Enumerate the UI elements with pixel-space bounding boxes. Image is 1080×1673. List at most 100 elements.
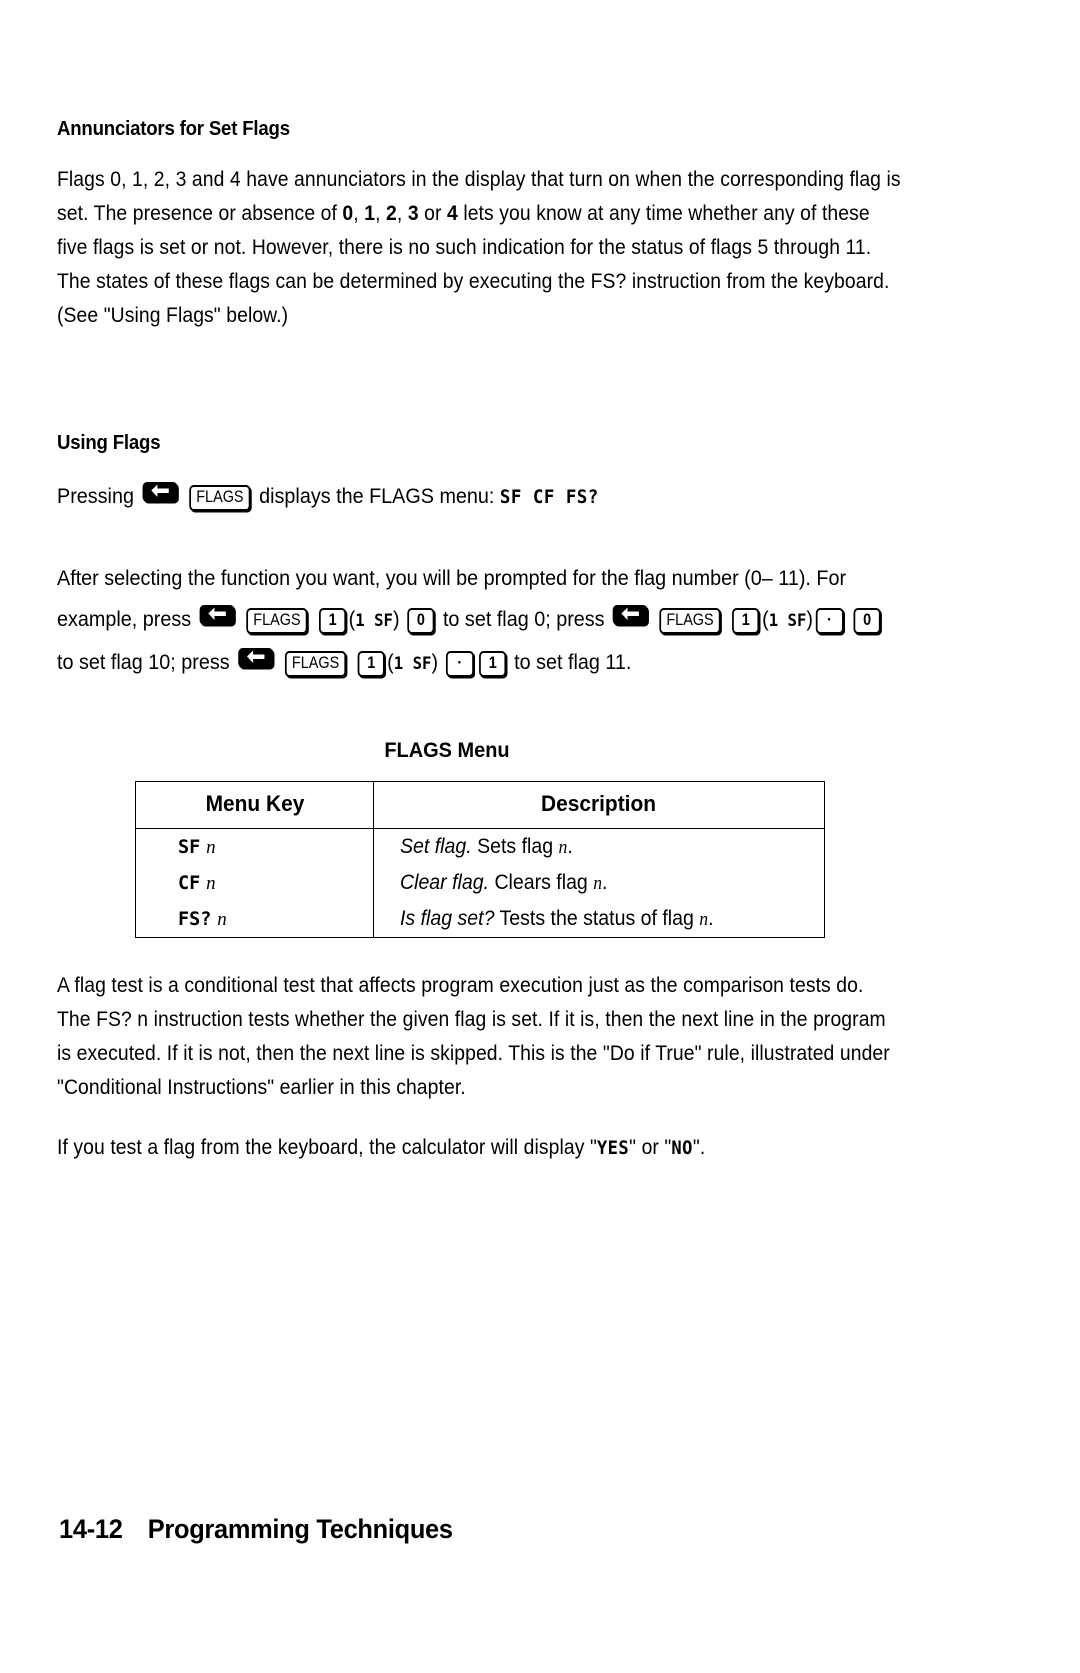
digit-0-key[interactable]: 0 (853, 608, 881, 634)
menu-key-argument: n (206, 873, 216, 894)
table-header-row: Menu Key Description (135, 781, 825, 829)
description-period: . (708, 907, 714, 930)
digit-1-key[interactable]: 1 (357, 651, 385, 677)
display-yes: YES (596, 1137, 630, 1159)
footer-chapter-title: Programming Techniques (147, 1514, 453, 1544)
left-shift-arrow-icon (246, 650, 265, 663)
para-sep: , (353, 201, 365, 225)
left-shift-key[interactable] (237, 648, 273, 668)
left-shift-arrow-icon (621, 607, 640, 620)
description-text: Is flag set? Tests the status of flag n. (400, 907, 714, 931)
digit-1-key[interactable]: 1 (318, 608, 347, 634)
closing-end: ". (692, 1135, 706, 1159)
manual-page: Annunciators for Set Flags Flags 0, 1, 2… (0, 0, 1080, 1673)
table-header: Menu Key Description (135, 781, 825, 829)
paren-sf-annotation: (1 SF) (348, 607, 400, 631)
description-text: Set flag. Sets flag n. (400, 835, 573, 859)
paragraph-annunciators: Flags 0, 1, 2, 3 and 4 have annunciators… (57, 162, 901, 332)
description-argument: n (699, 909, 709, 930)
description-emphasis: Is flag set? (400, 907, 495, 930)
flag-number-4: 4 (446, 201, 458, 225)
cell-menu-key: SF n (135, 828, 374, 865)
description-emphasis: Clear flag. (400, 871, 490, 894)
paragraph-keyboard-display: If you test a flag from the keyboard, th… (57, 1130, 901, 1165)
flag-number-0: 0 (342, 201, 354, 225)
flags-key[interactable]: FLAGS (284, 651, 346, 677)
decimal-point-key[interactable]: · (446, 651, 474, 677)
digit-1-key[interactable]: 1 (732, 608, 760, 634)
description-rest: Clears flag (489, 871, 594, 894)
example-seg-d: to (514, 650, 531, 674)
sf-display-hint: 1 SF (355, 611, 393, 631)
menu-key-cf: CF (178, 873, 201, 894)
column-header-menu-key-label: Menu Key (205, 791, 304, 816)
paren-sf-annotation: (1 SF) (387, 650, 439, 674)
column-header-description-label: Description (541, 791, 657, 816)
paragraph-example-keystrokes: After selecting the function you want, y… (57, 558, 900, 685)
menu-key-argument: n (206, 837, 216, 858)
digit-1-key[interactable]: 1 (478, 651, 507, 677)
page-footer: 14-12 Programming Techniques (57, 1514, 462, 1545)
description-rest: Tests the status of flag (494, 907, 700, 930)
flags-key[interactable]: FLAGS (188, 485, 251, 511)
heading-annunciators-for-set-flags: Annunciators for Set Flags (57, 118, 290, 140)
column-header-menu-key: Menu Key (135, 781, 374, 829)
left-shift-key[interactable] (142, 482, 178, 502)
para-sep: , (375, 201, 387, 225)
flags-key[interactable]: FLAGS (659, 608, 721, 634)
description-text: Clear flag. Clears flag n. (400, 871, 607, 895)
page-content: Annunciators for Set Flags Flags 0, 1, 2… (57, 118, 902, 1191)
menu-key-argument: n (217, 909, 227, 930)
description-period: . (567, 835, 573, 858)
example-intro-text: After selecting the function you want, y… (57, 566, 773, 590)
cell-description: Clear flag. Clears flag n. (373, 865, 825, 901)
digit-0-key[interactable]: 0 (407, 608, 435, 634)
cell-description: Set flag. Sets flag n. (373, 828, 825, 865)
table-row: FS? n Is flag set? Tests the status of f… (135, 901, 825, 938)
closing-lead: If you test a flag from the keyboard, th… (57, 1135, 597, 1159)
left-shift-key[interactable] (199, 605, 235, 625)
flags-menu-display: SF CF FS? (499, 486, 599, 508)
table-body: SF n Set flag. Sets flag n. CF n Clear f… (135, 828, 825, 938)
table-row: CF n Clear flag. Clears flag n. (135, 865, 825, 901)
flag-number-1: 1 (364, 201, 376, 225)
flags-key[interactable]: FLAGS (246, 608, 308, 634)
example-seg-c: to set flag 10; press (57, 650, 230, 674)
decimal-point-key[interactable]: · (815, 608, 844, 634)
pressing-mid-text: displays the FLAGS menu: (259, 484, 495, 508)
footer-page-number: 14-12 (59, 1514, 123, 1544)
paren-sf-annotation: (1 SF) (762, 607, 813, 631)
heading-using-flags: Using Flags (57, 432, 161, 454)
example-seg-b: to set flag 0; press (442, 607, 605, 631)
menu-key-fs: FS? (178, 909, 212, 930)
pressing-lead-text: Pressing (57, 484, 134, 508)
paragraph-flag-test-explanation: A flag test is a conditional test that a… (57, 973, 890, 1099)
flag-number-3: 3 (407, 201, 419, 225)
table-row: SF n Set flag. Sets flag n. (135, 828, 825, 865)
example-seg-e: set flag 11. (536, 650, 632, 674)
description-argument: n (593, 873, 603, 894)
paragraph-pressing-flags: Pressing FLAGS displays the FLAGS menu: … (57, 476, 900, 518)
column-header-description: Description (373, 781, 825, 829)
cell-description: Is flag set? Tests the status of flag n. (373, 901, 825, 938)
description-emphasis: Set flag. (400, 835, 472, 858)
display-no: NO (671, 1137, 693, 1159)
cell-menu-key: FS? n (135, 901, 374, 938)
flags-menu-table: Menu Key Description SF n Set flag. Sets… (135, 781, 825, 938)
sf-display-hint: 1 SF (393, 654, 432, 674)
para-sep: or (418, 201, 447, 225)
description-period: . (602, 871, 608, 894)
closing-mid: " or " (629, 1135, 672, 1159)
left-shift-key[interactable] (612, 605, 648, 625)
sf-display-hint: 1 SF (768, 611, 807, 631)
description-argument: n (558, 837, 568, 858)
cell-menu-key: CF n (135, 865, 374, 901)
flag-number-2: 2 (386, 201, 397, 225)
table-title-flags-menu: FLAGS Menu (384, 739, 510, 762)
left-shift-arrow-icon (208, 607, 226, 620)
description-rest: Sets flag (471, 835, 559, 858)
